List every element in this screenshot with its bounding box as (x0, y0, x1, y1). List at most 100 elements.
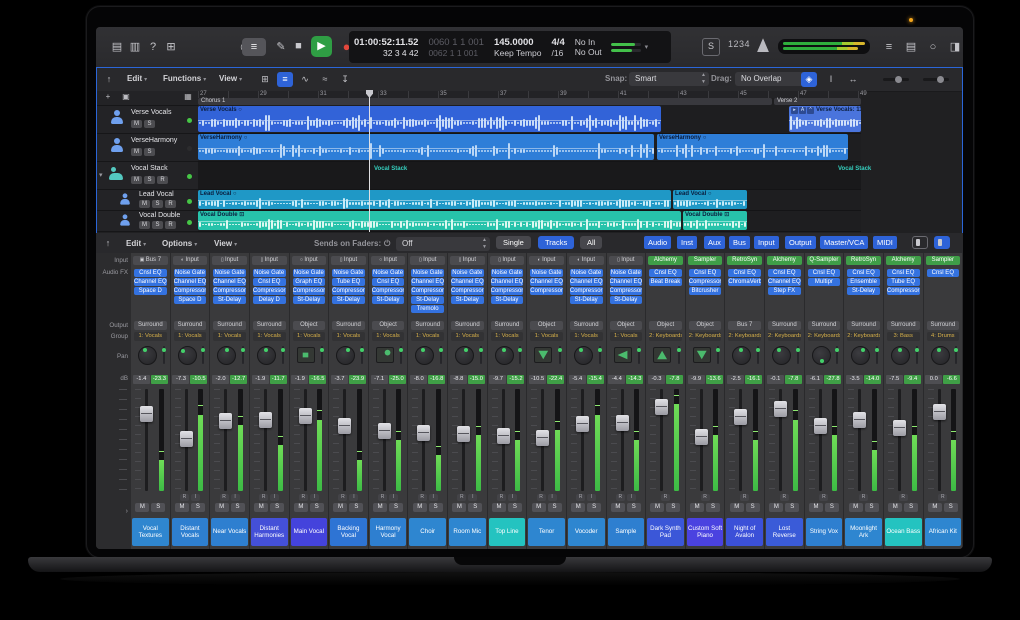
apple-loops-icon[interactable]: ○ (924, 38, 942, 56)
toolbar-icon[interactable]: ⊞ (162, 38, 180, 56)
record-enable-button[interactable]: R (899, 494, 908, 501)
mixer-menu-options[interactable]: Options▾ (162, 239, 197, 248)
take-folder-icons[interactable]: ▸A^ (791, 107, 814, 114)
fx-plugin-cnsl-eq[interactable]: Cnsl EQ (253, 278, 286, 286)
pan-knob[interactable] (178, 346, 197, 365)
pan-mini-slider[interactable] (638, 346, 640, 364)
channel-group-slot[interactable]: 2: Keyboards (847, 332, 880, 341)
pan-knob[interactable] (931, 346, 950, 365)
arrange-lane-4[interactable]: Vocal Double ⊡Vocal Double ⊡ (198, 211, 861, 232)
fx-plugin-noise-gate[interactable]: Noise Gate (491, 269, 524, 277)
pan-mini-slider[interactable] (400, 346, 402, 364)
channel-name-plate[interactable]: Near Vocals (211, 518, 248, 546)
record-enable-button[interactable]: R (259, 494, 268, 501)
fx-plugin-ensemble[interactable]: Ensemble (847, 278, 880, 286)
mute-button[interactable]: M (928, 503, 942, 512)
channel-output-slot[interactable]: Surround (808, 321, 841, 330)
channel-name-plate[interactable]: Vocoder (568, 518, 605, 546)
filter-bus-button[interactable]: Bus (729, 236, 750, 249)
mute-button[interactable]: M (254, 503, 268, 512)
channel-name-plate[interactable]: Tenor (528, 518, 565, 546)
fx-plugin-noise-gate[interactable]: Noise Gate (253, 269, 286, 277)
menu-edit[interactable]: Edit▾ (127, 74, 147, 83)
channel-input-slot[interactable]: ▯ Input (252, 256, 287, 265)
region-verse-vocals[interactable]: Verse Vocals ○ (198, 106, 661, 132)
fader-cap[interactable] (616, 415, 629, 431)
solo-button[interactable]: S (666, 503, 680, 512)
region-lead-vocal[interactable]: Lead Vocal ○ (673, 190, 747, 209)
fx-plugin-noise-gate[interactable]: Noise Gate (213, 269, 246, 277)
pan-knob[interactable] (732, 346, 751, 365)
channel-output-slot[interactable]: Surround (847, 321, 880, 330)
channel-name-plate[interactable]: String Vox (806, 518, 843, 546)
pan-knob[interactable] (574, 346, 593, 365)
record-enable-button[interactable]: R (418, 494, 427, 501)
region-vocal-double[interactable]: Vocal Double ⊡ (198, 211, 681, 230)
channel-group-slot[interactable]: 2: Keyboards (649, 332, 682, 341)
solo-button[interactable]: S (746, 503, 760, 512)
object-pan-pad[interactable] (376, 347, 394, 363)
channel-output-slot[interactable]: Surround (174, 321, 207, 330)
list-editors-icon[interactable]: ≡ (880, 38, 898, 56)
record-enable-button[interactable]: R (537, 494, 546, 501)
pan-mini-slider[interactable] (519, 346, 521, 364)
master-solo-button[interactable]: S (702, 38, 720, 56)
fx-plugin-compressor[interactable]: Compressor (411, 287, 444, 295)
pan-knob[interactable] (336, 346, 355, 365)
fx-plugin-bitcrusher[interactable]: Bitcrusher (689, 287, 722, 295)
track-header-verse-vocals[interactable]: Verse VocalsMS (97, 106, 198, 134)
channel-input-slot[interactable]: Alchemy (886, 256, 921, 265)
channel-output-slot[interactable]: Object (649, 321, 682, 330)
record-enable-button[interactable]: R (819, 494, 828, 501)
mixer-menu-view[interactable]: View▾ (214, 239, 237, 248)
fader-cap[interactable] (180, 431, 193, 447)
record-enable-button[interactable]: R (180, 494, 189, 501)
fx-plugin-compressor[interactable]: Compressor (887, 287, 920, 295)
channel-strip-moonlight-ark[interactable]: RetroSynCnsl EQEnsembleSt-DelaySurround2… (844, 253, 884, 549)
channel-strip-dark-synth-pad[interactable]: AlchemyCnsl EQBeat BreakObject2: Keyboar… (646, 253, 686, 549)
channel-output-slot[interactable]: Object (293, 321, 326, 330)
channel-output-slot[interactable]: Surround (411, 321, 444, 330)
fx-plugin-channel-eq[interactable]: Channel EQ (411, 278, 444, 286)
channel-group-slot[interactable]: 1: Vocals (372, 332, 405, 341)
flex-icon[interactable]: ≈ (317, 72, 333, 87)
record-enable-button[interactable]: R (378, 494, 387, 501)
record-enable-button[interactable]: R (780, 494, 789, 501)
channel-name-plate[interactable]: African Kit (925, 518, 962, 546)
region-vocal-double[interactable]: Vocal Double ⊡ (683, 211, 747, 230)
solo-button[interactable]: S (785, 503, 799, 512)
stop-button[interactable]: ■ (288, 36, 309, 57)
fx-plugin-tremolo[interactable]: Tremolo (411, 305, 444, 313)
input-monitor-button[interactable]: I (310, 494, 319, 501)
pan-mini-slider[interactable] (955, 346, 957, 364)
fx-plugin-cnsl-eq[interactable]: Cnsl EQ (728, 269, 761, 277)
channel-output-slot[interactable]: Surround (887, 321, 920, 330)
fader-cap[interactable] (219, 413, 232, 429)
track-m-button[interactable]: M (131, 148, 142, 156)
solo-button[interactable]: S (429, 503, 443, 512)
channel-name-plate[interactable]: Ocean Bass (885, 518, 922, 546)
fx-plugin-channel-eq[interactable]: Channel EQ (213, 278, 246, 286)
mute-button[interactable]: M (650, 503, 664, 512)
pan-mini-slider[interactable] (599, 346, 601, 364)
fx-plugin-cnsl-eq[interactable]: Cnsl EQ (808, 269, 841, 277)
channel-strip-ocean-bass[interactable]: AlchemyCnsl EQTube EQCompressorSurround3… (884, 253, 924, 549)
duplicate-track-button[interactable]: ▣ (119, 92, 133, 101)
menu-functions[interactable]: Functions▾ (163, 74, 206, 83)
fx-plugin-compressor[interactable]: Compressor (570, 287, 603, 295)
channel-output-slot[interactable]: Surround (332, 321, 365, 330)
fx-plugin-noise-gate[interactable]: Noise Gate (411, 269, 444, 277)
quick-help-icon[interactable]: ? (144, 38, 162, 56)
channel-input-slot[interactable]: RetroSyn (727, 256, 762, 265)
channel-input-slot[interactable]: ▯ Input (331, 256, 366, 265)
fx-plugin-channel-eq[interactable]: Channel EQ (530, 278, 563, 286)
arrange-lane-3[interactable]: Lead Vocal ○Lead Vocal ○ (198, 190, 861, 211)
channel-input-slot[interactable]: ◐ Input (529, 256, 564, 265)
mute-button[interactable]: M (769, 503, 783, 512)
input-monitor-button[interactable]: I (429, 494, 438, 501)
channel-strip-distant-vocals[interactable]: ◐ InputNoise GateChannel EQCompressorSpa… (171, 253, 211, 549)
channel-strip-lost-reverse[interactable]: AlchemyCnsl EQChannel EQStep FXSurround2… (765, 253, 805, 549)
filter-aux-button[interactable]: Aux (704, 236, 725, 249)
lcd-display[interactable]: 01:00:52:11.52 32 3 4 42 0060 1 1 001 00… (349, 31, 671, 63)
solo-button[interactable]: S (825, 503, 839, 512)
